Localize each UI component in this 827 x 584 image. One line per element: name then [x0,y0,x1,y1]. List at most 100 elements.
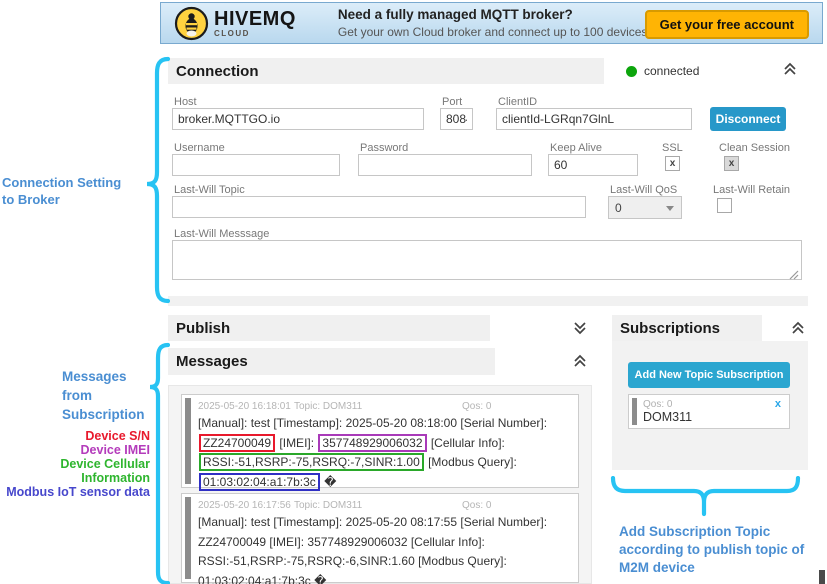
textarea-resize-grip-icon[interactable] [788,267,799,285]
subscription-item: Qos: 0 x DOM311 [628,394,790,429]
payload-text: [IMEI]: [276,436,317,450]
messages-title: Messages [176,353,248,370]
lastwill-qos-label: Last-Will QoS [610,184,677,196]
connection-header: Connection [168,58,604,84]
screen: HIVEMQ CLOUD Need a fully managed MQTT b… [0,0,827,584]
clean-session-label: Clean Session [719,142,790,154]
get-free-account-button[interactable]: Get your free account [645,10,809,39]
cellular-info-highlight: RSSI:-51,RSRP:-75,RSRQ:-7,SINR:1.00 [199,453,424,471]
banner-headline: Need a fully managed MQTT broker? [338,7,692,22]
brand-name: HIVEMQ [214,9,296,29]
connection-panel: Connection connected Host Port ClientID … [168,58,808,308]
legend-cellular-info: Device Cellular Information [0,457,150,485]
message-topic: Topic: DOM311 [294,401,462,412]
payload-text: [Manual]: test [Timestamp]: 2025-05-20 0… [198,416,547,430]
scrollbar-thumb[interactable] [819,570,825,584]
message-timestamp: 2025-05-20 16:18:01 [198,401,294,412]
host-label: Host [174,96,197,108]
legend-modbus-data: Modbus IoT sensor data [0,485,150,499]
password-label: Password [360,142,408,154]
connection-status-tab: connected [604,58,808,84]
subscription-topic: DOM311 [643,410,692,424]
imei-highlight: 357748929006032 [318,434,426,452]
hivemq-banner: HIVEMQ CLOUD Need a fully managed MQTT b… [160,2,823,44]
lastwill-topic-label: Last-Will Topic [174,184,245,196]
connected-status-label: connected [644,64,699,78]
publish-section: Publish [168,315,592,341]
connected-status-dot [626,66,637,77]
messages-note: Messages from Subscription [62,367,145,424]
lastwill-retain-checkbox[interactable] [717,198,732,213]
message-payload: [Manual]: test [Timestamp]: 2025-05-20 0… [198,513,570,584]
message-qos: Qos: 0 [462,500,491,511]
port-label: Port [442,96,462,108]
message-qos: Qos: 0 [462,401,491,412]
subscription-accent-bar [632,398,637,425]
connection-bottom-strip [168,296,808,306]
lastwill-message-label: Last-Will Messsage [174,228,269,240]
subscription-qos: Qos: 0 [643,399,672,410]
publish-header: Publish [168,315,490,341]
brand-sub: CLOUD [214,30,296,38]
subscriptions-header: Subscriptions [612,315,762,341]
messages-annotation-brace [148,342,170,584]
connection-collapse-chevron-up-icon[interactable] [782,62,798,81]
lastwill-qos-value: 0 [615,201,622,215]
username-input[interactable] [172,154,340,176]
lastwill-message-textarea[interactable] [172,240,802,280]
messages-collapse-chevron-up-icon[interactable] [572,354,588,373]
publish-expand-chevron-down-icon[interactable] [572,321,588,340]
modbus-query-highlight: 01:03:02:04:a1:7b:3c [199,473,320,491]
legend-device-sn: Device S/N [0,429,150,443]
legend-device-imei: Device IMEI [0,443,150,457]
subscription-close-icon[interactable]: x [775,398,781,410]
lastwill-qos-select[interactable]: 0 [608,196,682,219]
message-card: 2025-05-20 16:18:01 Topic: DOM311 Qos: 0… [181,394,579,488]
clientid-label: ClientID [498,96,537,108]
add-topic-subscription-button[interactable]: Add New Topic Subscription [628,362,790,388]
ssl-label: SSL [662,142,683,154]
hivemq-logo: HIVEMQ CLOUD [214,9,296,38]
message-card: 2025-05-20 16:17:56 Topic: DOM311 Qos: 0… [181,493,579,583]
keepalive-label: Keep Alive [550,142,602,154]
host-input[interactable] [172,108,424,130]
message-payload: [Manual]: test [Timestamp]: 2025-05-20 0… [198,414,570,492]
keepalive-input[interactable] [548,154,638,176]
subscriptions-panel: Add New Topic Subscription Qos: 0 x DOM3… [612,341,808,470]
payload-text: [Modbus Query]: [425,455,517,469]
messages-section-header-row: Messages [168,348,592,375]
username-label: Username [174,142,225,154]
connection-annotation-brace [146,56,170,304]
banner-text: Need a fully managed MQTT broker? Get yo… [338,7,692,39]
message-accent-bar [185,398,191,484]
subscriptions-annotation-brace [610,476,802,520]
message-topic: Topic: DOM311 [294,500,462,511]
port-input[interactable] [440,108,473,130]
payload-text: [Cellular Info]: [428,436,505,450]
lastwill-retain-label: Last-Will Retain [713,184,790,196]
dropdown-arrow-icon [666,206,674,211]
hivemq-bee-icon [174,6,209,41]
message-timestamp: 2025-05-20 16:17:56 [198,500,294,511]
subscriptions-title: Subscriptions [620,320,720,337]
disconnect-button[interactable]: Disconnect [710,107,786,131]
connection-note: Connection Setting to Broker [2,174,144,208]
banner-subheadline: Get your own Cloud broker and connect up… [338,25,692,39]
messages-header: Messages [168,348,495,375]
message-meta: 2025-05-20 16:18:01 Topic: DOM311 Qos: 0 [198,401,570,412]
message-field-legend: Device S/N Device IMEI Device Cellular I… [0,429,150,499]
publish-title: Publish [176,320,230,337]
lastwill-topic-input[interactable] [172,196,586,218]
password-input[interactable] [358,154,532,176]
serial-number-highlight: ZZ24700049 [199,434,275,452]
clientid-input[interactable] [496,108,692,130]
subscription-note: Add Subscription Topic according to publ… [619,523,825,577]
ssl-checkbox[interactable]: x [665,156,680,171]
connection-title: Connection [176,63,259,80]
message-accent-bar [185,497,191,579]
clean-session-checkbox[interactable]: x [724,156,739,171]
message-meta: 2025-05-20 16:17:56 Topic: DOM311 Qos: 0 [198,500,570,511]
subscriptions-collapse-chevron-up-icon[interactable] [790,321,806,340]
payload-text: � [321,475,337,489]
subscriptions-section-header-row: Subscriptions [612,315,808,341]
